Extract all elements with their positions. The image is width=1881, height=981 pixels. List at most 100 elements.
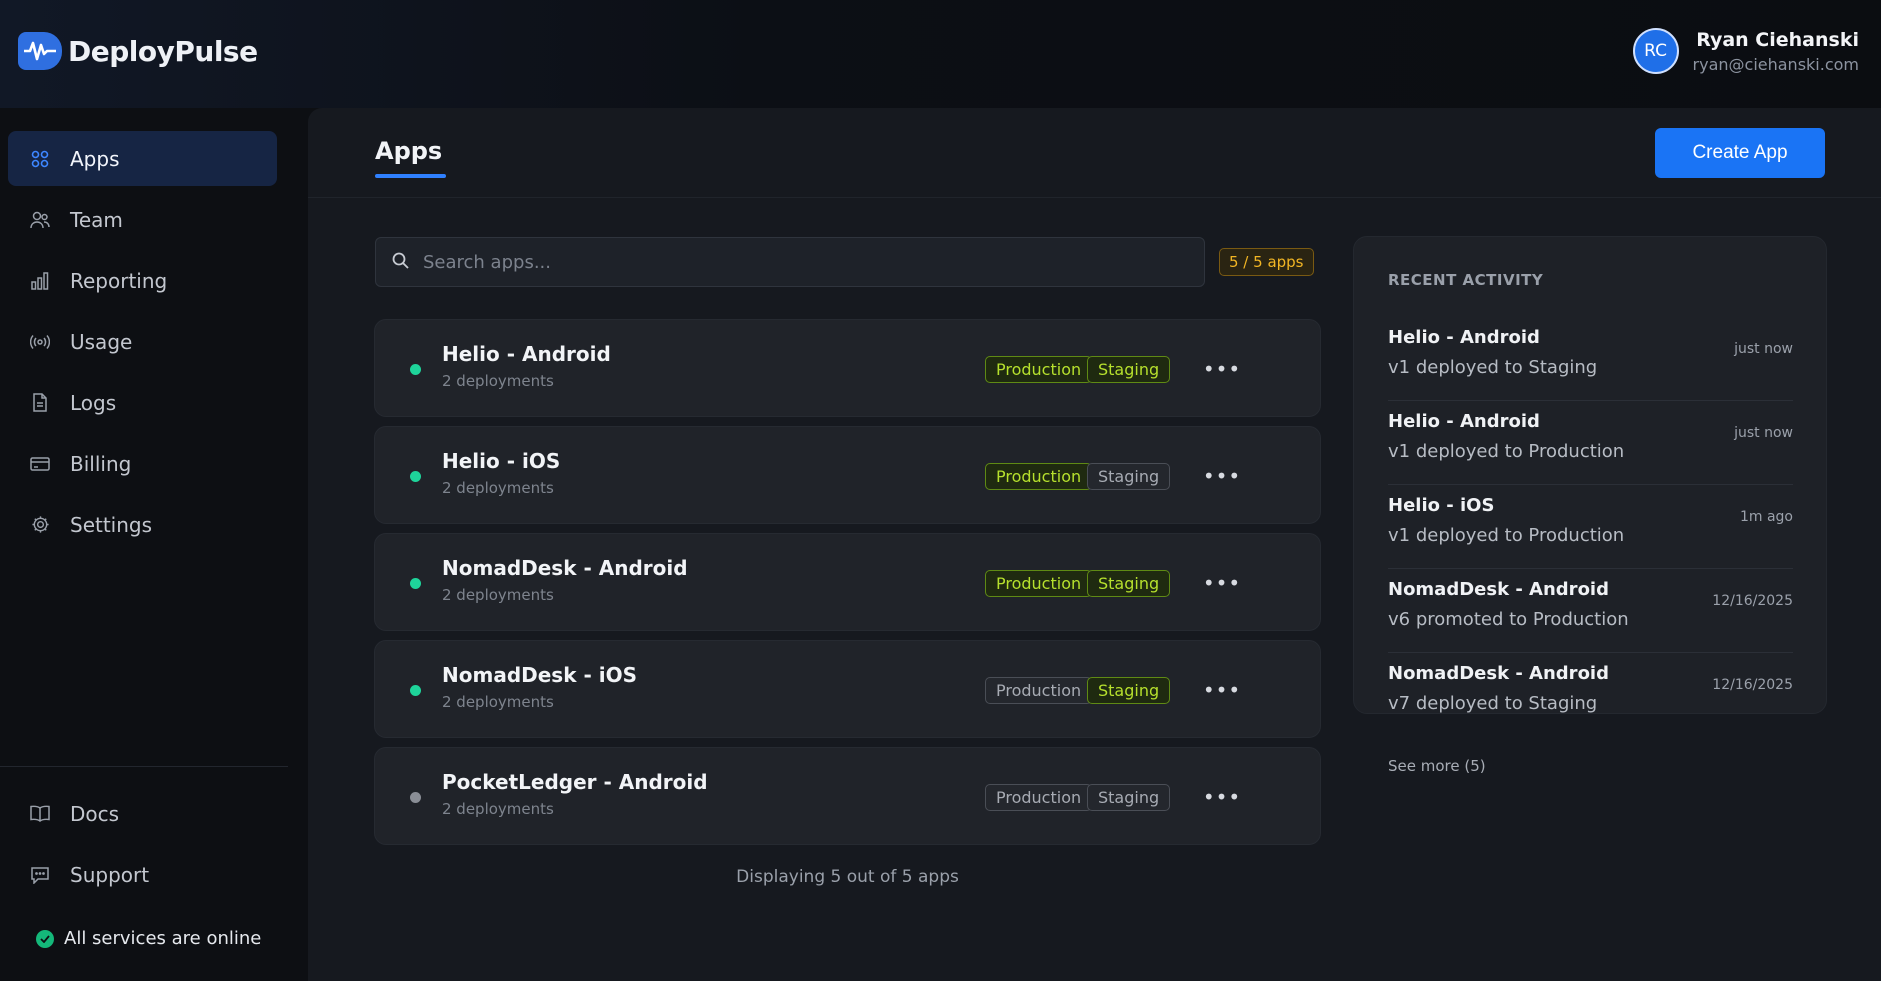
apps-count-footer: Displaying 5 out of 5 apps bbox=[736, 867, 959, 887]
more-options-icon[interactable]: ••• bbox=[1203, 354, 1240, 384]
app-row[interactable]: Helio - iOS 2 deployments Production Sta… bbox=[374, 426, 1321, 524]
credit-card-icon bbox=[30, 454, 50, 474]
sidebar-item-label: Reporting bbox=[70, 268, 168, 293]
activity-title: Helio - Android bbox=[1388, 327, 1540, 348]
activity-item[interactable]: Helio - iOS v1 deployed to Production 1m… bbox=[1388, 485, 1793, 569]
app-name[interactable]: NomadDesk - Android bbox=[442, 556, 688, 580]
main-header: Apps Create App bbox=[308, 108, 1881, 198]
activity-desc: v6 promoted to Production bbox=[1388, 609, 1629, 630]
activity-title: Helio - iOS bbox=[1388, 495, 1495, 516]
activity-title: NomadDesk - Android bbox=[1388, 579, 1609, 600]
sidebar-item-docs[interactable]: Docs bbox=[8, 786, 277, 841]
staging-badge[interactable]: Staging bbox=[1087, 784, 1171, 811]
app-name[interactable]: NomadDesk - iOS bbox=[442, 663, 637, 687]
activity-time: 12/16/2025 bbox=[1712, 677, 1793, 693]
sidebar-item-logs[interactable]: Logs bbox=[8, 375, 277, 430]
check-icon bbox=[36, 929, 54, 948]
more-options-icon[interactable]: ••• bbox=[1203, 782, 1240, 812]
app-deployments: 2 deployments bbox=[442, 479, 554, 497]
more-options-icon[interactable]: ••• bbox=[1203, 675, 1240, 705]
user-menu[interactable]: RC Ryan Ciehanski ryan@ciehanski.com bbox=[1632, 28, 1859, 74]
staging-badge[interactable]: Staging bbox=[1087, 463, 1171, 490]
activity-item[interactable]: NomadDesk - Android v6 promoted to Produ… bbox=[1388, 569, 1793, 653]
online-status-dot bbox=[410, 685, 421, 696]
activity-desc: v1 deployed to Staging bbox=[1388, 357, 1598, 378]
online-status-dot bbox=[410, 364, 421, 375]
sidebar-item-team[interactable]: Team bbox=[8, 192, 277, 247]
sidebar-item-label: Logs bbox=[70, 390, 117, 415]
bar-chart-icon bbox=[30, 271, 50, 291]
search-box[interactable] bbox=[375, 237, 1205, 287]
app-row[interactable]: PocketLedger - Android 2 deployments Pro… bbox=[374, 747, 1321, 845]
sidebar-item-label: Docs bbox=[70, 801, 120, 826]
users-icon bbox=[30, 210, 50, 230]
app-deployments: 2 deployments bbox=[442, 586, 554, 604]
sidebar-item-label: Billing bbox=[70, 451, 132, 476]
service-status: All services are online bbox=[36, 928, 261, 949]
sidebar-item-settings[interactable]: Settings bbox=[8, 497, 277, 552]
file-icon bbox=[30, 393, 50, 413]
production-badge[interactable]: Production bbox=[985, 463, 1093, 490]
production-badge[interactable]: Production bbox=[985, 356, 1093, 383]
activity-item[interactable]: Helio - Android v1 deployed to Staging j… bbox=[1388, 317, 1793, 401]
main-panel: Apps Create App 5 / 5 apps Helio - Andro… bbox=[308, 108, 1881, 981]
staging-badge[interactable]: Staging bbox=[1087, 356, 1171, 383]
sidebar-item-usage[interactable]: Usage bbox=[8, 314, 277, 369]
staging-badge[interactable]: Staging bbox=[1087, 677, 1171, 704]
app-row[interactable]: Helio - Android 2 deployments Production… bbox=[374, 319, 1321, 417]
top-bar: DeployPulse RC Ryan Ciehanski ryan@cieha… bbox=[0, 0, 1881, 108]
sidebar-item-billing[interactable]: Billing bbox=[8, 436, 277, 491]
app-count-badge: 5 / 5 apps bbox=[1219, 248, 1314, 276]
activity-desc: v1 deployed to Production bbox=[1388, 441, 1625, 462]
staging-badge[interactable]: Staging bbox=[1087, 570, 1171, 597]
see-more-link[interactable]: See more (5) bbox=[1388, 757, 1486, 775]
activity-heading: RECENT ACTIVITY bbox=[1388, 271, 1544, 289]
avatar[interactable]: RC bbox=[1632, 28, 1679, 74]
app-name[interactable]: Helio - iOS bbox=[442, 449, 560, 473]
online-status-dot bbox=[410, 471, 421, 482]
app-name[interactable]: PocketLedger - Android bbox=[442, 770, 708, 794]
app-name[interactable]: Helio - Android bbox=[442, 342, 611, 366]
user-name: Ryan Ciehanski bbox=[1696, 28, 1859, 51]
sidebar-item-support[interactable]: Support bbox=[8, 847, 277, 902]
tab-underline bbox=[375, 174, 446, 178]
production-badge[interactable]: Production bbox=[985, 677, 1093, 704]
activity-title: NomadDesk - Android bbox=[1388, 663, 1609, 684]
offline-status-dot bbox=[410, 792, 421, 803]
app-row[interactable]: NomadDesk - iOS 2 deployments Production… bbox=[374, 640, 1321, 738]
sidebar-item-label: Usage bbox=[70, 329, 133, 354]
activity-item[interactable]: NomadDesk - Android v7 deployed to Stagi… bbox=[1388, 653, 1793, 737]
sidebar-item-label: Settings bbox=[70, 512, 153, 537]
activity-time: 1m ago bbox=[1739, 509, 1793, 525]
activity-title: Helio - Android bbox=[1388, 411, 1540, 432]
more-options-icon[interactable]: ••• bbox=[1203, 568, 1240, 598]
production-badge[interactable]: Production bbox=[985, 570, 1093, 597]
search-input[interactable] bbox=[423, 251, 1183, 273]
activity-time: 12/16/2025 bbox=[1712, 593, 1793, 609]
status-text: All services are online bbox=[64, 928, 262, 949]
page-title[interactable]: Apps bbox=[375, 137, 442, 165]
activity-item[interactable]: Helio - Android v1 deployed to Productio… bbox=[1388, 401, 1793, 485]
production-badge[interactable]: Production bbox=[985, 784, 1093, 811]
logo[interactable]: DeployPulse bbox=[18, 32, 258, 70]
more-options-icon[interactable]: ••• bbox=[1203, 461, 1240, 491]
search-icon bbox=[392, 252, 409, 273]
app-deployments: 2 deployments bbox=[442, 693, 554, 711]
activity-time: just now bbox=[1734, 341, 1793, 357]
sidebar-item-apps[interactable]: Apps bbox=[8, 131, 277, 186]
sidebar-item-label: Support bbox=[70, 862, 150, 887]
brand-name: DeployPulse bbox=[68, 34, 258, 68]
gear-icon bbox=[30, 515, 50, 535]
sidebar-item-reporting[interactable]: Reporting bbox=[8, 253, 277, 308]
app-row[interactable]: NomadDesk - Android 2 deployments Produc… bbox=[374, 533, 1321, 631]
app-deployments: 2 deployments bbox=[442, 372, 554, 390]
activity-time: just now bbox=[1734, 425, 1793, 441]
chat-icon bbox=[30, 865, 50, 885]
logo-icon bbox=[18, 32, 62, 70]
broadcast-icon bbox=[30, 332, 50, 352]
grid-icon bbox=[30, 149, 50, 169]
create-app-button[interactable]: Create App bbox=[1655, 128, 1825, 178]
online-status-dot bbox=[410, 578, 421, 589]
sidebar-item-label: Apps bbox=[70, 146, 120, 171]
user-email: ryan@ciehanski.com bbox=[1692, 54, 1859, 74]
